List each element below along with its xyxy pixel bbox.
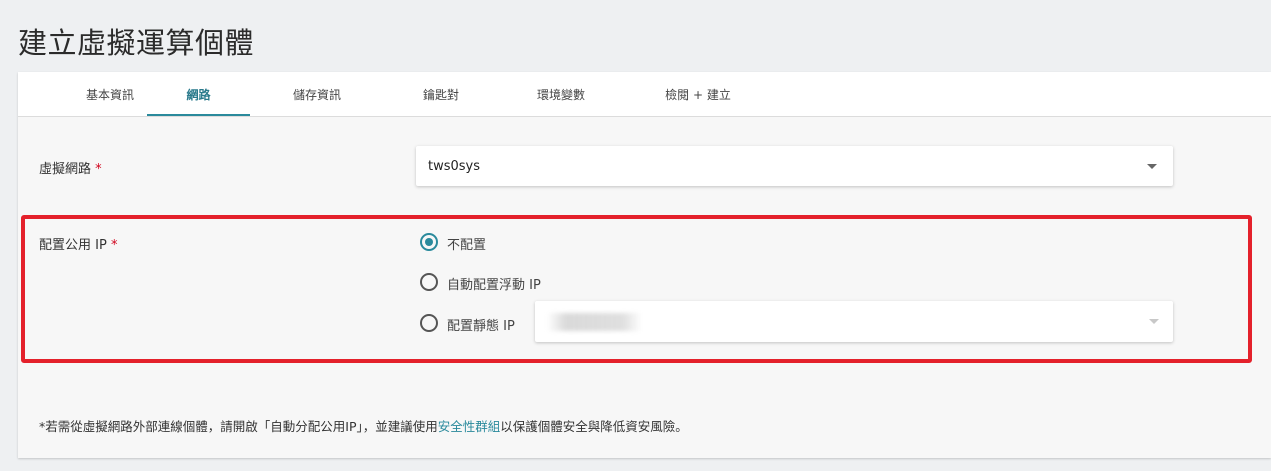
redacted-static-ip-value [547,313,642,331]
chevron-down-icon [1149,319,1159,324]
radio-option-no-ip[interactable]: 不配置 [420,233,540,253]
radio-option-auto-floating-ip[interactable]: 自動配置浮動 IP [420,273,580,293]
public-ip-footnote: *若需從虛擬網路外部連線個體，請開啟「自動分配公用IP」，並建議使用安全性群組以… [39,416,688,435]
tab-network[interactable]: 網路 [147,72,250,116]
chevron-down-icon [1147,164,1157,169]
required-mark: * [110,238,118,253]
public-ip-label-text: 配置公用 IP [39,238,107,253]
footnote-prefix: *若需從虛擬網路外部連線個體，請開啟「自動分配公用IP」，並建議使用 [39,419,438,434]
radio-option-label: 自動配置浮動 IP [447,278,541,293]
radio-option-static-ip[interactable]: 配置靜態 IP [420,314,540,334]
public-ip-label: 配置公用 IP * [39,234,117,253]
virtual-network-select[interactable]: tws0sys [416,146,1173,186]
tab-storage-info[interactable]: 儲存資訊 [262,72,372,116]
tab-environment-variables[interactable]: 環境變數 [506,72,616,116]
required-mark: * [95,162,102,177]
radio-unchecked-icon [420,273,438,291]
radio-option-label: 配置靜態 IP [447,319,515,334]
wizard-tabs: 基本資訊 網路 儲存資訊 鑰匙對 環境變數 檢閱 + 建立 [18,72,1271,117]
radio-checked-icon [420,233,438,251]
radio-unchecked-icon [420,314,438,332]
virtual-network-selected-value: tws0sys [428,159,481,174]
security-group-link[interactable]: 安全性群組 [438,419,501,434]
radio-option-label: 不配置 [447,238,487,253]
page-title: 建立虛擬運算個體 [18,26,255,60]
virtual-network-label: 虛擬網路 * [39,158,102,177]
tab-key-pair[interactable]: 鑰匙對 [387,72,495,116]
tab-review-create[interactable]: 檢閱 + 建立 [637,72,759,116]
static-ip-select[interactable] [535,301,1173,342]
virtual-network-label-text: 虛擬網路 [39,162,92,177]
footnote-suffix: 以保護個體安全與降低資安風險。 [500,419,688,434]
create-instance-card: 基本資訊 網路 儲存資訊 鑰匙對 環境變數 檢閱 + 建立 虛擬網路 * tws… [18,72,1271,458]
